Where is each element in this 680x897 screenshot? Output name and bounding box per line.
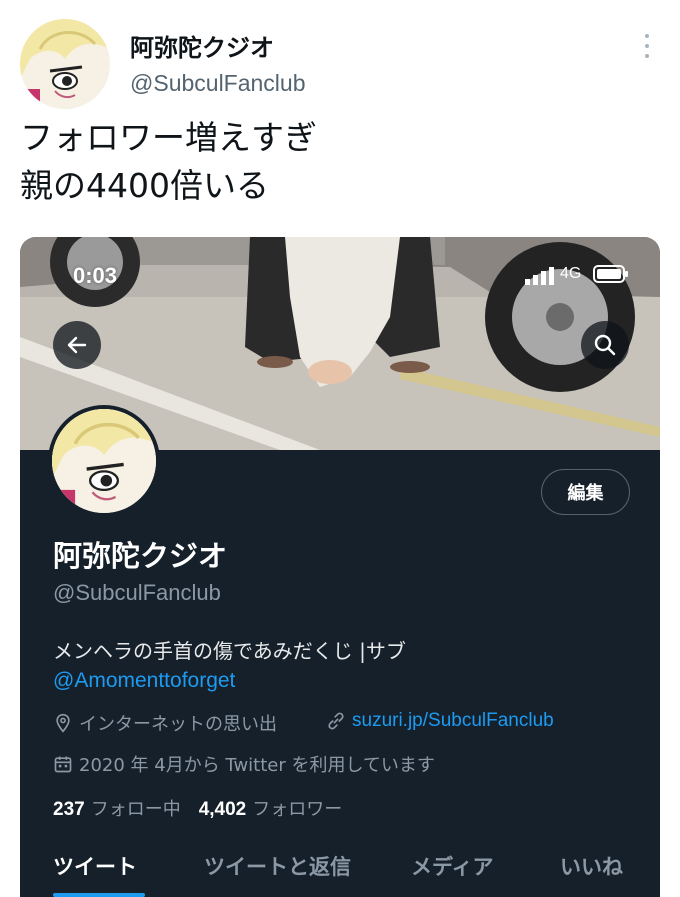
search-button[interactable] — [581, 321, 629, 369]
following-label[interactable]: フォロー中 — [91, 795, 181, 821]
joined-text: 2020 年 4月から Twitter を利用しています — [79, 755, 435, 776]
author-handle[interactable]: @SubculFanclub — [130, 70, 306, 97]
follow-stats: 237 フォロー中 4,402 フォロワー — [53, 795, 342, 821]
location-pin-icon — [56, 713, 70, 733]
profile-joined-date: 2020 年 4月から Twitter を利用しています — [53, 751, 435, 777]
arrow-left-icon — [67, 336, 87, 354]
tweet-text: フォロワー増えすぎ 親の4400倍いる — [20, 118, 317, 205]
status-bar-time: 0:03 — [73, 263, 118, 288]
author-avatar[interactable] — [20, 19, 110, 109]
tab-likes[interactable]: いいね — [560, 851, 623, 881]
tab-tweets[interactable]: ツイート — [53, 851, 137, 881]
signal-strength-icon — [525, 267, 554, 285]
calendar-icon — [54, 756, 72, 773]
tab-tweets-and-replies[interactable]: ツイートと返信 — [204, 851, 351, 881]
profile-avatar[interactable] — [48, 405, 160, 517]
profile-handle: @SubculFanclub — [53, 580, 221, 605]
author-display-name[interactable]: 阿弥陀クジオ — [130, 28, 274, 63]
profile-website[interactable]: suzuri.jp/SubculFanclub — [326, 710, 554, 732]
profile-bio: メンヘラの手首の傷であみだくじ |サブ — [53, 639, 406, 663]
profile-display-name: 阿弥陀クジオ — [53, 539, 228, 573]
search-icon — [594, 334, 616, 356]
bio-mention-link[interactable]: @Amomenttoforget — [53, 669, 235, 693]
profile-location: インターネットの思い出 — [53, 710, 277, 736]
edit-profile-button[interactable]: 編集 — [541, 469, 630, 515]
following-count[interactable]: 237 — [53, 799, 85, 821]
website-link[interactable]: suzuri.jp/SubculFanclub — [352, 710, 554, 732]
location-text: インターネットの思い出 — [79, 714, 277, 735]
battery-icon — [593, 265, 628, 283]
network-type: 4G — [560, 265, 582, 282]
followers-count[interactable]: 4,402 — [199, 799, 247, 821]
active-tab-indicator — [53, 893, 145, 897]
tab-media[interactable]: メディア — [411, 851, 494, 881]
attached-image[interactable]: 0:03 4G 編集 阿弥陀クジオ @SubculFanclub メンヘラの手首… — [20, 237, 660, 897]
more-options-icon[interactable] — [636, 34, 658, 62]
profile-tabs: ツイート ツイートと返信 メディア いいね — [20, 835, 660, 897]
back-button[interactable] — [53, 321, 101, 369]
link-icon — [328, 712, 344, 730]
followers-label[interactable]: フォロワー — [252, 795, 342, 821]
